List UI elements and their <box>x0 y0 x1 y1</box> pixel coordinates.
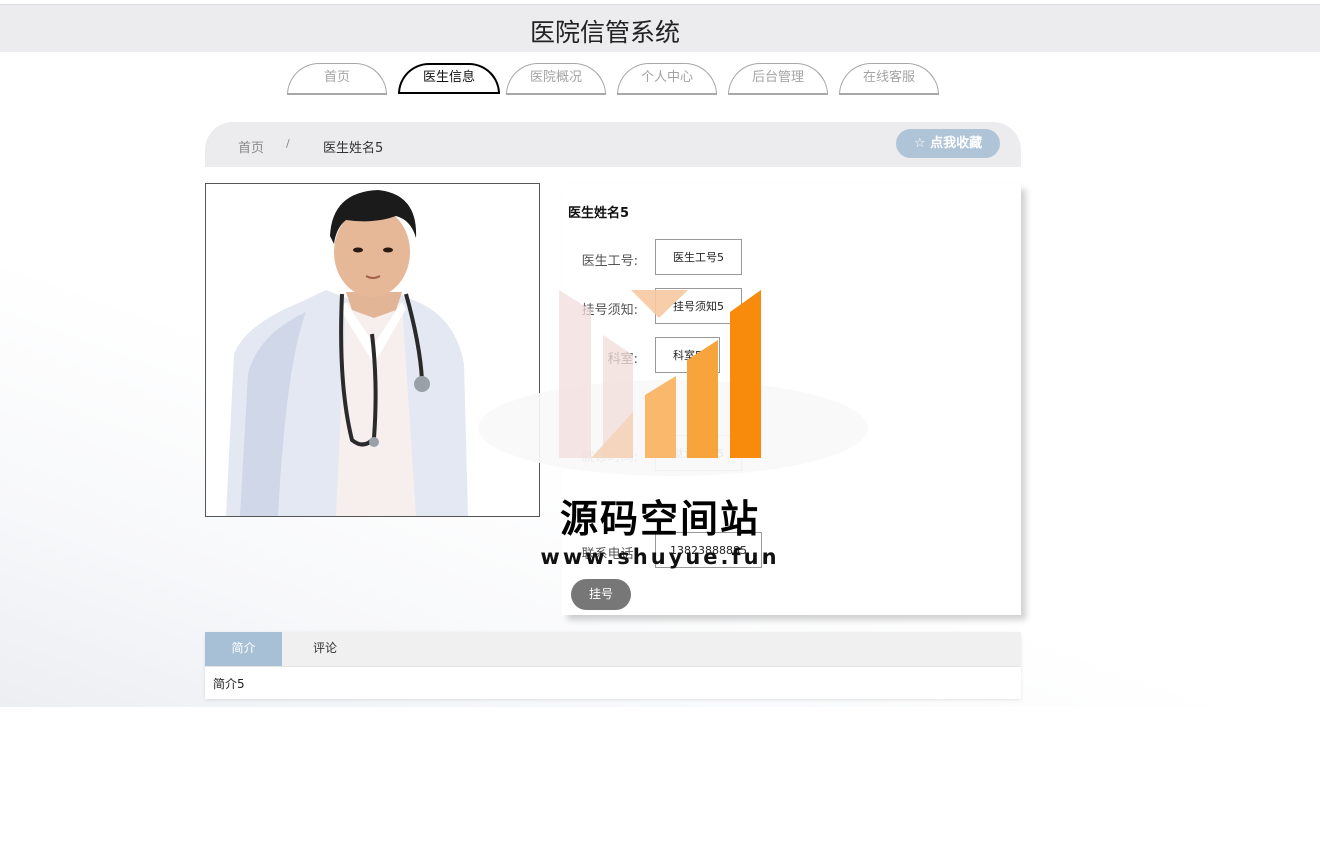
tab-comments[interactable]: 评论 <box>285 632 365 666</box>
tab-intro[interactable]: 简介 <box>205 632 282 666</box>
nav-tab-home[interactable]: 首页 <box>287 63 387 95</box>
field-value-doctor-id: 医生工号5 <box>655 239 742 275</box>
field-value-registration-notice: 挂号须知5 <box>655 288 742 324</box>
field-label-department: 科室: <box>607 352 638 367</box>
nav-tab-online-service[interactable]: 在线客服 <box>839 63 939 95</box>
field-label-phone: 联系电话: <box>581 547 638 562</box>
site-title: 医院信管系统 <box>529 18 680 47</box>
breadcrumb-home-link[interactable]: 首页 <box>238 137 264 156</box>
nav-tab-personal-center[interactable]: 个人中心 <box>617 63 717 95</box>
doctor-info-card: 医生姓名5 医生工号: 医生工号5 挂号须知: 挂号须知5 科室: 科室5 就诊… <box>562 184 1021 615</box>
top-header: 医院信管系统 <box>0 4 1320 52</box>
field-label-doctor-id: 医生工号: <box>581 254 638 269</box>
nav-tab-hospital-overview[interactable]: 医院概况 <box>506 63 606 95</box>
tab-content: 简介5 <box>213 677 245 691</box>
breadcrumb-separator: / <box>286 137 290 150</box>
field-label-registration-notice: 挂号须知: <box>581 303 638 318</box>
tabs-header: 简介 评论 <box>205 632 1021 667</box>
doctor-name: 医生姓名5 <box>568 206 630 221</box>
field-label-visit-time: 就诊时间: <box>581 450 638 465</box>
detail-tabs: 简介 评论 简介5 <box>205 632 1021 699</box>
register-button[interactable]: 挂号 <box>571 579 631 610</box>
breadcrumb-current: 医生姓名5 <box>323 141 384 156</box>
field-value-department: 科室5 <box>655 337 720 373</box>
breadcrumb: 首页 / 医生姓名5 ☆ 点我收藏 <box>205 122 1021 167</box>
field-value-phone: 13823888885 <box>655 532 762 568</box>
nav-tab-admin[interactable]: 后台管理 <box>728 63 828 95</box>
nav-tab-doctor-info[interactable]: 医生信息 <box>398 63 500 94</box>
field-value-visit-time: 就诊时间5 <box>655 435 742 471</box>
doctor-photo <box>205 183 540 517</box>
favorite-button[interactable]: ☆ 点我收藏 <box>896 129 1000 158</box>
doctor-portrait-image <box>206 184 539 516</box>
